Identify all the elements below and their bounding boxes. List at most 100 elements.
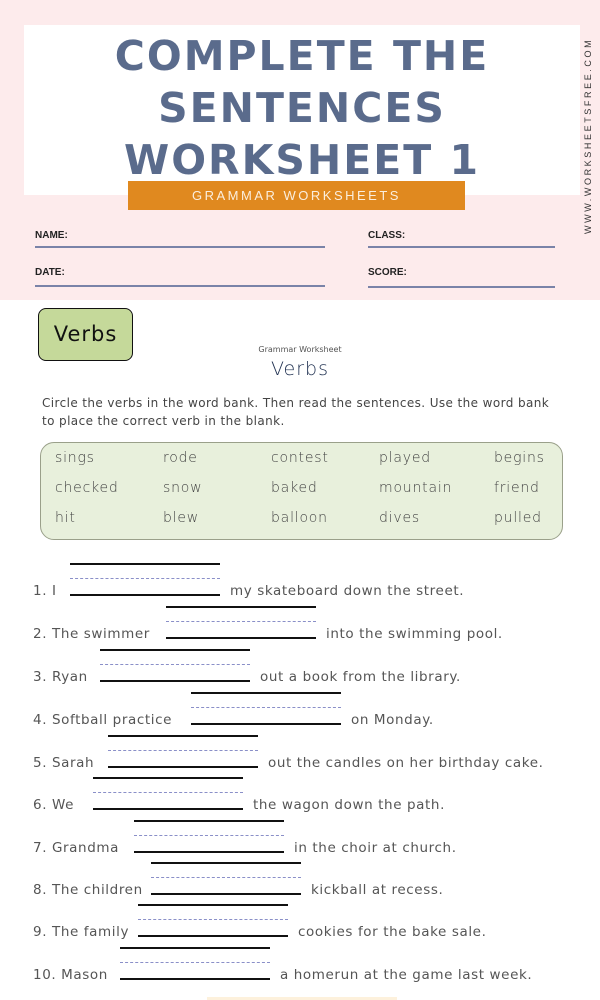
blank-guide-line [120,947,270,949]
sentence-item: 8. The children kickball at recess. [33,862,573,902]
word-bank: sings rode contest played begins checked snow b… [40,442,563,540]
word-bank-item[interactable]: checked [55,480,119,496]
blank-guide-line [166,606,316,608]
blank-guide-line [93,808,243,810]
sentence-suffix: on Monday. [351,712,434,728]
sentence-item: 4. Softball practice on Monday. [33,692,573,732]
sentence-item: 5. Sarah out the candles on her birthday … [33,735,573,775]
sentence-prefix: 1. I [33,583,57,599]
date-label: DATE: [35,267,65,278]
sentence-prefix: 2. The swimmer [33,626,150,642]
answer-blank[interactable] [120,947,270,981]
answer-blank[interactable] [100,649,250,683]
answer-blank[interactable] [151,862,301,896]
blank-guide-line [100,649,250,651]
sentence-prefix: 7. Grandma [33,840,120,856]
sentence-prefix: 9. The family [33,924,130,940]
sentence-item: 10. Mason a homerun at the game last week… [33,947,573,987]
title-line-3: WORKSHEET 1 [123,136,481,184]
word-bank-item[interactable]: rode [163,450,198,466]
word-bank-item[interactable]: pulled [494,510,542,526]
sentence-suffix: kickball at recess. [311,882,444,898]
name-label: NAME: [35,230,68,241]
category-banner: GRAMMAR WORKSHEETS [128,181,465,210]
blank-guide-line [138,935,288,937]
date-field[interactable] [35,285,325,287]
blank-guide-dashed [70,578,220,579]
sentence-prefix: 8. The children [33,882,143,898]
blank-guide-line [93,777,243,779]
sentence-prefix: 5. Sarah [33,755,95,771]
blank-guide-line [100,680,250,682]
blank-guide-dashed [120,962,270,963]
answer-blank[interactable] [93,777,243,811]
sentence-suffix: a homerun at the game last week. [280,967,533,983]
word-bank-item[interactable]: baked [271,480,318,496]
word-bank-item[interactable]: friend [494,480,540,496]
word-bank-item[interactable]: mountain [379,480,452,496]
sentence-item: 1. I my skateboard down the street. [33,563,573,603]
word-bank-item[interactable]: balloon [271,510,328,526]
answer-blank[interactable] [70,563,220,597]
answer-blank[interactable] [191,692,341,726]
sentence-item: 7. Grandma in the choir at church. [33,820,573,860]
score-label: SCORE: [368,267,407,278]
answer-blank[interactable] [134,820,284,854]
sentence-item: 2. The swimmer into the swimming pool. [33,606,573,646]
blank-guide-line [138,904,288,906]
sentence-suffix: into the swimming pool. [326,626,503,642]
worksheet-subtitle: Grammar Worksheet [258,345,342,354]
answer-blank[interactable] [108,735,258,769]
page-title: COMPLETE THE SENTENCES WORKSHEET 1 [24,30,580,186]
blank-guide-line [120,978,270,980]
blank-guide-dashed [93,792,243,793]
worksheet-title: Verbs [271,358,329,380]
sentence-suffix: the wagon down the path. [253,797,445,813]
word-bank-item[interactable]: snow [163,480,202,496]
blank-guide-dashed [134,835,284,836]
site-url: WWW.WORKSHEETSFREE.COM [583,37,593,235]
sentence-suffix: in the choir at church. [294,840,457,856]
blank-guide-line [108,735,258,737]
class-field[interactable] [368,246,555,248]
sentence-suffix: out a book from the library. [260,669,461,685]
word-bank-item[interactable]: played [379,450,431,466]
blank-guide-line [191,723,341,725]
word-bank-item[interactable]: blew [163,510,199,526]
blank-guide-line [151,893,301,895]
blank-guide-line [70,594,220,596]
blank-guide-line [134,820,284,822]
sentence-item: 6. We the wagon down the path. [33,777,573,817]
sentence-prefix: 10. Mason [33,967,108,983]
blank-guide-line [70,563,220,565]
sentence-suffix: my skateboard down the street. [230,583,465,599]
sentence-item: 3. Ryan out a book from the library. [33,649,573,689]
title-line-1: COMPLETE THE [114,32,490,80]
word-bank-item[interactable]: sings [55,450,95,466]
sentence-suffix: out the candles on her birthday cake. [268,755,544,771]
word-bank-item[interactable]: contest [271,450,329,466]
score-field[interactable] [368,286,555,288]
blank-guide-dashed [108,750,258,751]
class-label: CLASS: [368,230,406,241]
sentence-prefix: 6. We [33,797,75,813]
blank-guide-dashed [100,664,250,665]
blank-guide-dashed [191,707,341,708]
word-bank-item[interactable]: begins [494,450,545,466]
answer-blank[interactable] [166,606,316,640]
instructions: Circle the verbs in the word bank. Then … [42,396,550,428]
blank-guide-line [134,851,284,853]
blank-guide-line [191,692,341,694]
name-field[interactable] [35,246,325,248]
title-line-2: SENTENCES [158,84,446,132]
blank-guide-line [108,766,258,768]
answer-blank[interactable] [138,904,288,938]
blank-guide-line [151,862,301,864]
sentence-prefix: 3. Ryan [33,669,88,685]
sentence-prefix: 4. Softball practice [33,712,173,728]
word-bank-item[interactable]: dives [379,510,420,526]
sentence-item: 9. The family cookies for the bake sale. [33,904,573,944]
blank-guide-dashed [166,621,316,622]
sentence-suffix: cookies for the bake sale. [298,924,487,940]
word-bank-item[interactable]: hit [55,510,76,526]
